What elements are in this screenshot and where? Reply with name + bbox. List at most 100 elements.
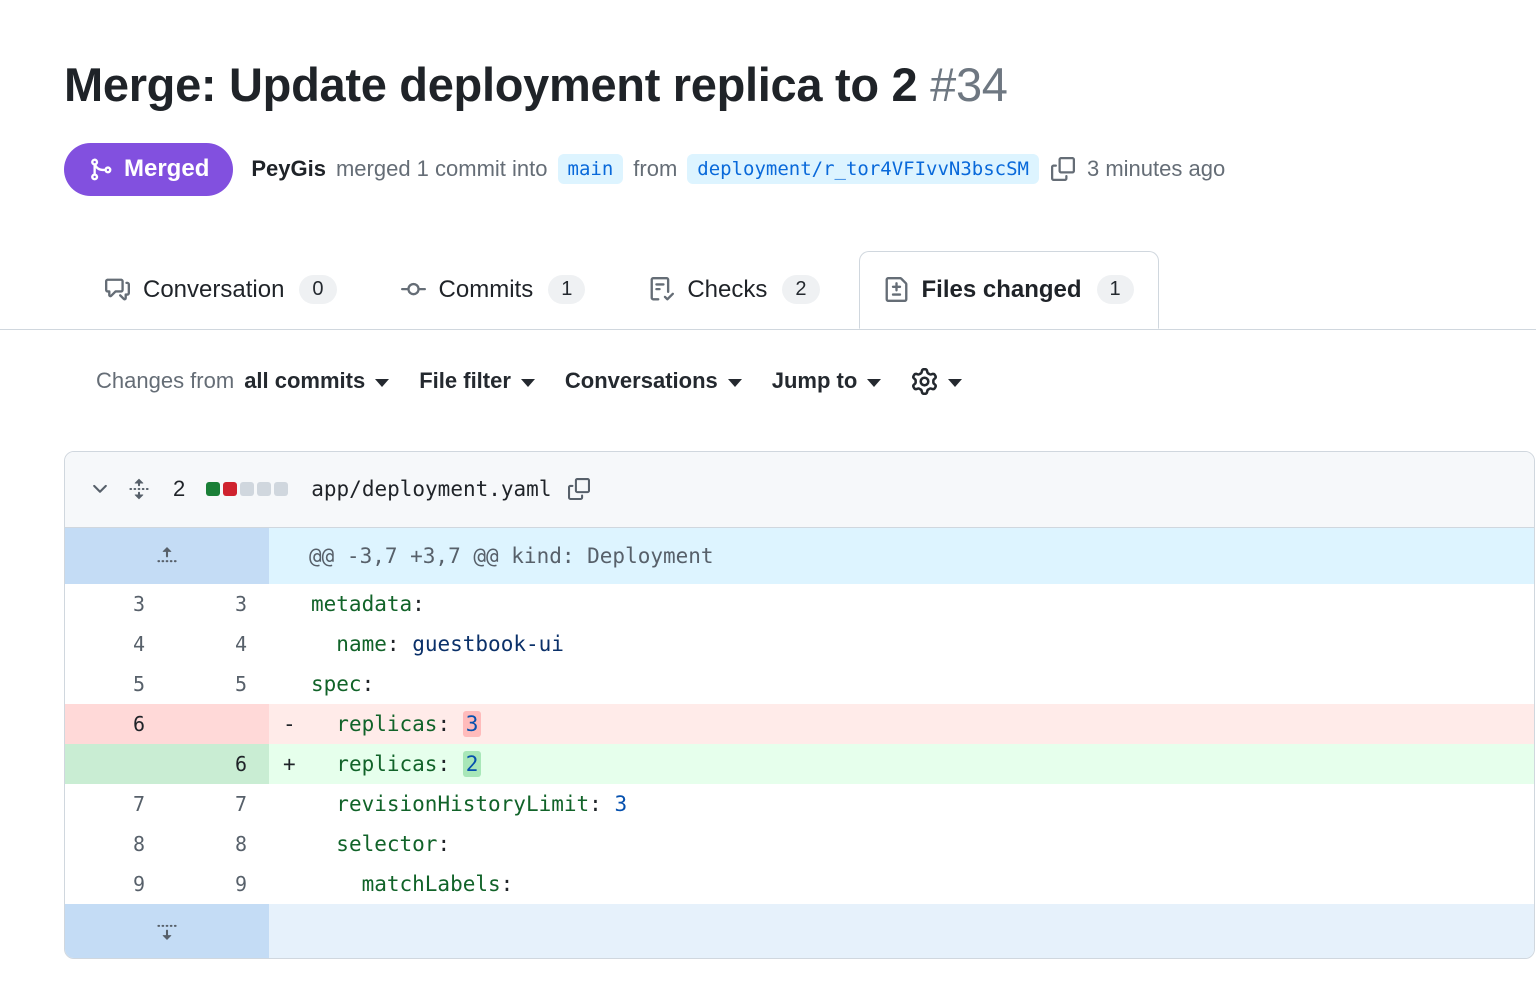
fold-down-icon bbox=[156, 920, 178, 942]
diff-settings-dropdown[interactable] bbox=[911, 368, 962, 395]
diff-sign bbox=[283, 584, 311, 624]
code-text: replicas: 3 bbox=[311, 704, 481, 744]
author-link[interactable]: PeyGis bbox=[251, 156, 326, 182]
diff-sign bbox=[283, 784, 311, 824]
code-text: revisionHistoryLimit: 3 bbox=[311, 784, 627, 824]
conversations-dropdown[interactable]: Conversations bbox=[565, 368, 742, 394]
file-filter-label: File filter bbox=[419, 368, 511, 394]
caret-down-icon bbox=[948, 379, 962, 387]
diffstat-addition-square bbox=[206, 482, 220, 496]
new-line-number[interactable]: 8 bbox=[167, 824, 269, 864]
tab-count: 0 bbox=[299, 275, 336, 304]
code-token: : bbox=[501, 872, 514, 896]
code-text: replicas: 2 bbox=[311, 744, 481, 784]
copy-branch-icon[interactable] bbox=[1051, 157, 1075, 181]
code-token bbox=[311, 752, 336, 776]
tab-count: 2 bbox=[782, 275, 819, 304]
code-token: guestbook-ui bbox=[412, 632, 564, 656]
expand-down-button[interactable] bbox=[65, 904, 269, 958]
code-line: metadata: bbox=[269, 584, 1534, 624]
conversations-label: Conversations bbox=[565, 368, 718, 394]
status-label: Merged bbox=[124, 155, 209, 184]
caret-down-icon bbox=[375, 379, 389, 387]
old-line-number[interactable]: 8 bbox=[65, 824, 167, 864]
unfold-icon[interactable] bbox=[128, 478, 150, 500]
code-text: matchLabels: bbox=[311, 864, 513, 904]
diff-sign: - bbox=[283, 704, 311, 744]
new-line-number[interactable]: 6 bbox=[167, 744, 269, 784]
old-line-number[interactable]: 5 bbox=[65, 664, 167, 704]
code-line: revisionHistoryLimit: 3 bbox=[269, 784, 1534, 824]
old-line-number[interactable]: 7 bbox=[65, 784, 167, 824]
new-line-number[interactable]: 3 bbox=[167, 584, 269, 624]
old-line-number[interactable]: 9 bbox=[65, 864, 167, 904]
code-token: spec bbox=[311, 672, 362, 696]
diff-sign bbox=[283, 664, 311, 704]
diffstat-deletion-square bbox=[223, 482, 237, 496]
tab-checks[interactable]: Checks 2 bbox=[624, 251, 844, 329]
code-token: revisionHistoryLimit bbox=[336, 792, 589, 816]
code-text: name: guestbook-ui bbox=[311, 624, 564, 664]
code-token bbox=[400, 632, 413, 656]
tab-label: Checks bbox=[687, 276, 767, 304]
copy-file-path-icon[interactable] bbox=[568, 478, 590, 500]
git-merge-icon bbox=[88, 157, 113, 182]
code-text: metadata: bbox=[311, 584, 425, 624]
new-line-number[interactable]: 5 bbox=[167, 664, 269, 704]
merged-status-badge: Merged bbox=[64, 143, 233, 196]
code-token bbox=[450, 752, 463, 776]
old-line-number[interactable] bbox=[65, 744, 167, 784]
file-changes-count: 2 bbox=[173, 476, 185, 502]
diff-sign bbox=[283, 824, 311, 864]
code-token: : bbox=[437, 832, 450, 856]
file-header: 2 app/deployment.yaml bbox=[65, 452, 1534, 528]
tab-label: Files changed bbox=[922, 276, 1082, 304]
diff-panel: 2 app/deployment.yaml @@ -3,7 +3,7 @@ ki… bbox=[64, 451, 1535, 959]
new-line-number[interactable] bbox=[167, 704, 269, 744]
tab-commits[interactable]: Commits1 bbox=[376, 251, 611, 329]
new-line-number[interactable]: 9 bbox=[167, 864, 269, 904]
changes-from-label: Changes from bbox=[96, 368, 234, 394]
expand-up-button[interactable] bbox=[65, 528, 269, 584]
checklist-icon bbox=[649, 277, 674, 302]
tab-count: 1 bbox=[1097, 275, 1134, 304]
tab-files-changed[interactable]: Files changed 1 bbox=[859, 251, 1159, 329]
chevron-down-icon[interactable] bbox=[89, 478, 111, 500]
changes-from-dropdown[interactable]: Changes from all commits bbox=[96, 368, 389, 394]
diff-line-del: 6 - replicas: 3 bbox=[65, 704, 1534, 744]
jump-to-dropdown[interactable]: Jump to bbox=[772, 368, 882, 394]
pr-header: Merge: Update deployment replica to 2 #3… bbox=[0, 56, 1536, 196]
code-token bbox=[311, 832, 336, 856]
diff-hunk-row: @@ -3,7 +3,7 @@ kind: Deployment bbox=[65, 528, 1534, 584]
code-token: : bbox=[589, 792, 602, 816]
page-title: Merge: Update deployment replica to 2 #3… bbox=[64, 56, 1472, 115]
code-line: + replicas: 2 bbox=[269, 744, 1534, 784]
old-line-number[interactable]: 4 bbox=[65, 624, 167, 664]
file-filter-dropdown[interactable]: File filter bbox=[419, 368, 535, 394]
base-branch-label[interactable]: main bbox=[558, 154, 624, 184]
diff-expand-row bbox=[65, 904, 1534, 958]
head-branch-label[interactable]: deployment/r_tor4VFIvvN3bscSM bbox=[687, 154, 1039, 184]
code-token: 2 bbox=[463, 751, 482, 777]
new-line-number[interactable]: 7 bbox=[167, 784, 269, 824]
code-line: - replicas: 3 bbox=[269, 704, 1534, 744]
old-line-number[interactable]: 6 bbox=[65, 704, 167, 744]
pr-page: Merge: Update deployment replica to 2 #3… bbox=[0, 0, 1536, 959]
pr-number: #34 bbox=[930, 58, 1008, 111]
from-text: from bbox=[633, 156, 677, 182]
diff-sign: + bbox=[283, 744, 311, 784]
diff-sign bbox=[283, 864, 311, 904]
diffstat-squares bbox=[206, 482, 288, 496]
expand-row-spacer bbox=[269, 904, 1534, 958]
new-line-number[interactable]: 4 bbox=[167, 624, 269, 664]
merge-summary: PeyGis merged 1 commit into main from de… bbox=[251, 154, 1225, 184]
gear-icon bbox=[911, 368, 938, 395]
pr-title-text: Merge: Update deployment replica to 2 bbox=[64, 58, 917, 111]
tab-label: Commits bbox=[439, 276, 534, 304]
old-line-number[interactable]: 3 bbox=[65, 584, 167, 624]
fold-up-icon bbox=[156, 545, 178, 567]
code-token bbox=[602, 792, 615, 816]
tab-conversation[interactable]: Conversation0 bbox=[80, 251, 362, 329]
git-commit-icon bbox=[401, 277, 426, 302]
file-diff-icon bbox=[884, 277, 909, 302]
